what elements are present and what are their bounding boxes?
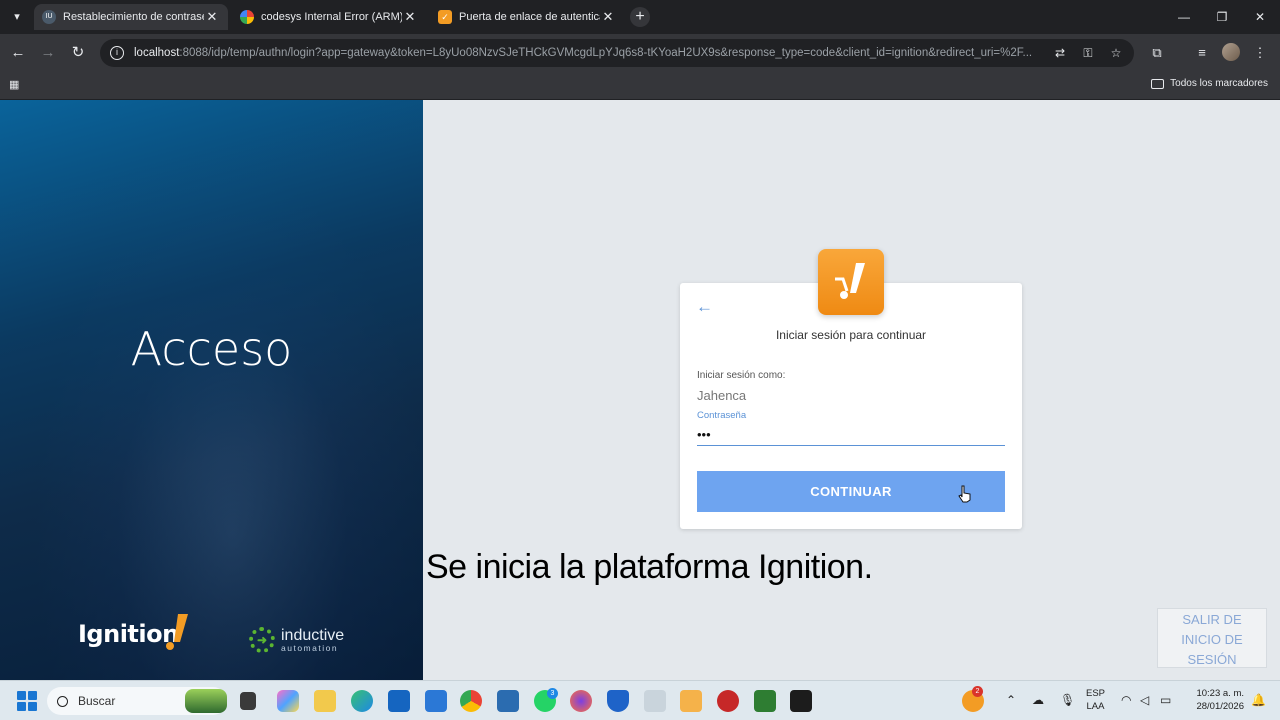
- battery-icon[interactable]: ▭: [1160, 693, 1171, 707]
- inductive-automation-logo: ➜ inductive automation: [249, 627, 344, 653]
- username-value: Jahenca: [697, 388, 747, 403]
- volume-icon[interactable]: ◁: [1140, 693, 1149, 707]
- tab-title: Puerta de enlace de autenticación: [459, 11, 600, 23]
- notification-badge: 2: [972, 686, 983, 697]
- lang-code: ESP: [1086, 688, 1106, 699]
- video-caption: Se inicia la plataforma Ignition.: [426, 548, 873, 586]
- notifications-bell-icon[interactable]: 🔔: [1251, 693, 1266, 707]
- defender-shield-icon[interactable]: [607, 690, 629, 712]
- ignition-app-logo: [818, 249, 884, 315]
- all-bookmarks-button[interactable]: Todos los marcadores: [1151, 78, 1268, 89]
- bookmark-star-icon[interactable]: ☆: [1108, 46, 1124, 60]
- back-arrow-icon[interactable]: ←: [696, 297, 713, 317]
- codesys-icon[interactable]: [717, 690, 739, 712]
- plc-app-icon[interactable]: [754, 690, 776, 712]
- username-label: Iniciar sesión como:: [697, 370, 786, 381]
- tab-codesys-error[interactable]: codesys Internal Error (ARM) U ✕: [232, 4, 426, 30]
- translate-icon[interactable]: ⇄: [1052, 46, 1068, 60]
- extensions-icon[interactable]: ⧉: [1147, 43, 1167, 63]
- microphone-icon[interactable]: 🎙: [1060, 693, 1075, 707]
- firefox-icon[interactable]: [570, 690, 592, 712]
- photos-icon[interactable]: [497, 690, 519, 712]
- browser-tabstrip: ▾ IU Restablecimiento de contraseña ✕ co…: [0, 0, 1280, 34]
- cloud-icon[interactable]: ☁: [1032, 693, 1044, 707]
- search-placeholder: Buscar: [78, 694, 116, 708]
- close-tab-icon[interactable]: ✕: [204, 9, 220, 25]
- back-icon[interactable]: ←: [7, 42, 29, 64]
- ia-logo-word: inductive: [281, 626, 345, 644]
- profile-avatar[interactable]: [1222, 43, 1240, 61]
- new-tab-button[interactable]: +: [630, 7, 650, 27]
- edge-icon[interactable]: [351, 690, 373, 712]
- forward-icon[interactable]: →: [37, 42, 59, 64]
- password-field[interactable]: [697, 423, 1005, 446]
- logout-line-2: INICIO DE: [1181, 632, 1243, 647]
- input-language-indicator[interactable]: ESP LAA: [1086, 687, 1105, 713]
- taskbar-search[interactable]: Buscar: [47, 687, 227, 715]
- reload-icon[interactable]: ↻: [67, 42, 89, 64]
- apps-grid-icon[interactable]: ▦: [9, 78, 23, 92]
- tray-chevron-icon[interactable]: ⌃: [1006, 693, 1016, 707]
- search-icon: [57, 695, 68, 707]
- logout-line-1: SALIR DE: [1182, 612, 1242, 627]
- ia-logo-subword: automation: [281, 642, 339, 653]
- tab-password-reset[interactable]: IU Restablecimiento de contraseña ✕: [34, 4, 228, 30]
- file-explorer-icon[interactable]: [314, 690, 336, 712]
- store-icon[interactable]: [388, 690, 410, 712]
- ignition-app-icon[interactable]: [680, 690, 702, 712]
- task-view-icon[interactable]: [240, 692, 256, 710]
- chrome-icon[interactable]: [460, 690, 482, 712]
- page-heading: Acceso: [130, 322, 293, 376]
- mouse-cursor-icon: [958, 485, 971, 503]
- url-text: localhost:8088/idp/temp/authn/login?app=…: [134, 47, 1033, 59]
- network-app-icon[interactable]: [644, 690, 666, 712]
- more-menu-icon[interactable]: ⋮: [1250, 43, 1270, 63]
- whatsapp-badge: 3: [547, 688, 558, 699]
- password-key-icon[interactable]: ⚿: [1080, 46, 1096, 61]
- browser-toolbar: ← → ↻ i localhost:8088/idp/temp/authn/lo…: [0, 34, 1280, 72]
- folder-icon: [1151, 78, 1165, 89]
- media-control-icon[interactable]: ≡: [1192, 43, 1212, 63]
- lang-layout: LAA: [1086, 701, 1105, 712]
- search-highlight-image: [185, 689, 227, 713]
- logout-button[interactable]: SALIR DE INICIO DE SESIÓN: [1157, 608, 1267, 668]
- close-tab-icon[interactable]: ✕: [402, 9, 418, 25]
- page-content: Acceso Ignition ➜ inductive automation ←…: [0, 100, 1280, 680]
- maximize-icon[interactable]: ❐: [1210, 6, 1234, 28]
- wifi-icon[interactable]: ◠: [1121, 693, 1131, 707]
- login-title: Iniciar sesión para continuar: [775, 328, 927, 342]
- clock-date: 28/01/2026: [1196, 701, 1244, 712]
- copilot-icon[interactable]: [277, 690, 299, 712]
- password-label: Contraseña: [697, 410, 747, 421]
- site-info-icon[interactable]: i: [110, 46, 124, 60]
- ignition-favicon-icon: ✓: [438, 10, 452, 24]
- tab-search-chevron-icon[interactable]: ▾: [8, 8, 26, 26]
- minimize-icon[interactable]: —: [1172, 6, 1196, 28]
- clock-time: 10:23 a. m.: [1196, 688, 1244, 699]
- logout-line-3: SESIÓN: [1187, 652, 1237, 667]
- bookmarks-bar: ▦ Todos los marcadores: [0, 72, 1280, 100]
- close-window-icon[interactable]: ✕: [1248, 6, 1272, 28]
- close-tab-icon[interactable]: ✕: [600, 9, 616, 25]
- system-clock[interactable]: 10:23 a. m. 28/01/2026: [1184, 687, 1244, 713]
- tab-title: codesys Internal Error (ARM) U: [261, 11, 402, 23]
- address-bar[interactable]: i localhost:8088/idp/temp/authn/login?ap…: [100, 39, 1134, 67]
- tab-auth-gateway[interactable]: ✓ Puerta de enlace de autenticación ✕: [430, 4, 624, 30]
- ignition-check-icon: [166, 614, 188, 650]
- windows-taskbar: Buscar 3 2 ⌃ ☁ 🎙 ESP LAA ◠ ◁ ▭ 10:23 a. …: [0, 680, 1280, 720]
- terminal-icon[interactable]: [790, 690, 812, 712]
- ignition-favicon-icon: IU: [42, 10, 56, 24]
- tab-title: Restablecimiento de contraseña: [63, 11, 204, 23]
- brand-panel: Acceso Ignition ➜ inductive automation: [0, 100, 423, 680]
- ia-gear-icon: ➜: [249, 627, 275, 653]
- google-favicon-icon: [240, 10, 254, 24]
- outlook-icon[interactable]: [425, 690, 447, 712]
- start-button[interactable]: [17, 691, 37, 711]
- all-bookmarks-label: Todos los marcadores: [1170, 78, 1268, 89]
